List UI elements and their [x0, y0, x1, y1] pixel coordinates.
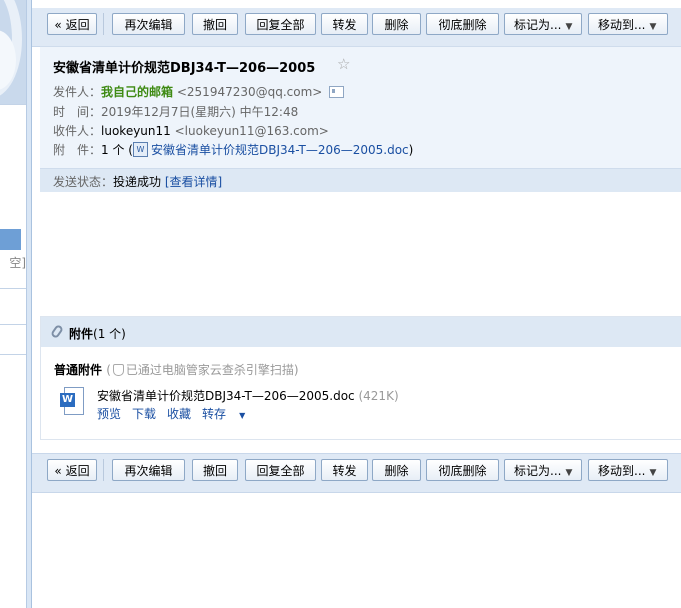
send-status-row: 发送状态：投递成功 [查看详情] [53, 173, 222, 190]
doc-file-icon: W [132, 142, 148, 157]
attachment-title-text: 附件 [69, 327, 94, 341]
attachment-title-count: (1 个) [93, 327, 126, 341]
recipient-address: <luokeyun11@163.com> [174, 124, 329, 138]
attachment-count: 1 个 [101, 143, 125, 157]
mail-header: 安徽省清单计价规范DBJ34-T—206—2005 ☆ 发件人：我自己的邮箱 <… [40, 46, 681, 192]
mark-as-label: 标记为... [514, 464, 562, 478]
forward-button[interactable]: 转发 [321, 13, 368, 35]
sender-row: 发件人：我自己的邮箱 <251947230@qq.com> [53, 83, 345, 100]
sidebar-divider [0, 104, 26, 105]
recall-button[interactable]: 撤回 [192, 459, 238, 481]
mark-as-dropdown[interactable]: 标记为... ▼ [504, 459, 582, 481]
attachment-header: 附件(1 个) [41, 317, 681, 347]
sidebar-selected-item[interactable] [0, 229, 21, 250]
recipient-row: 收件人：luokeyun11 <luokeyun11@163.com> [53, 122, 329, 139]
reedit-button[interactable]: 再次编辑 [112, 13, 185, 35]
mail-subject: 安徽省清单计价规范DBJ34-T—206—2005 [53, 61, 316, 76]
attachment-row: 附 件：1 个 (W 安徽省清单计价规范DBJ34-T—206—2005.doc) [53, 141, 413, 158]
favorite-link[interactable]: 收藏 [167, 407, 191, 421]
attachment-paren-close: ) [408, 143, 414, 157]
sidebar-divider [0, 354, 26, 355]
save-to-label: 转存 [202, 407, 227, 421]
toolbar-separator [103, 459, 104, 481]
move-to-label: 移动到... [598, 18, 646, 32]
sender-address: <251947230@qq.com> [176, 85, 323, 99]
dropdown-arrow-icon: ▼ [239, 411, 246, 420]
contact-card-icon[interactable] [329, 85, 345, 98]
delete-button[interactable]: 删除 [372, 459, 421, 481]
delete-permanent-button[interactable]: 彻底删除 [426, 13, 499, 35]
delete-button[interactable]: 删除 [372, 13, 421, 35]
dropdown-arrow-icon: ▼ [649, 22, 657, 32]
sidebar-divider [0, 288, 26, 289]
left-sidebar: 空] [0, 0, 27, 608]
time-label: 时 间： [53, 105, 102, 119]
sender-name[interactable]: 我自己的邮箱 [101, 85, 173, 99]
sidebar-divider [0, 324, 26, 325]
move-to-dropdown[interactable]: 移动到... ▼ [588, 459, 668, 481]
sidebar-empty-label[interactable]: 空] [0, 254, 26, 271]
attachment-file-size: (421K) [358, 389, 399, 403]
mark-as-dropdown[interactable]: 标记为... ▼ [504, 13, 582, 35]
recipient-name[interactable]: luokeyun11 [101, 124, 171, 138]
status-details-link[interactable]: [查看详情] [165, 175, 222, 189]
mark-as-label: 标记为... [514, 18, 562, 32]
shield-icon [112, 363, 124, 376]
attachment-file-link[interactable]: 安徽省清单计价规范DBJ34-T—206—2005.doc [151, 143, 409, 157]
time-row: 时 间：2019年12月7日(星期六) 中午12:48 [53, 103, 298, 120]
attachment-label: 附 件： [53, 143, 102, 157]
send-status-value: 投递成功 [113, 175, 162, 189]
attachment-file-row: 安徽省清单计价规范DBJ34-T—206—2005.doc (421K) [97, 387, 399, 404]
scan-text: 已通过电脑管家云查杀引擎扫描 [125, 363, 294, 377]
toolbar-separator [103, 13, 104, 35]
recall-button[interactable]: 撤回 [192, 13, 238, 35]
reply-all-button[interactable]: 回复全部 [245, 459, 316, 481]
download-link[interactable]: 下载 [132, 407, 156, 421]
scan-note: (已通过电脑管家云查杀引擎扫描) [106, 363, 299, 377]
dropdown-arrow-icon: ▼ [565, 22, 573, 32]
attachment-type-text: 普通附件 [54, 363, 103, 377]
dropdown-arrow-icon: ▼ [649, 468, 657, 478]
word-doc-icon[interactable]: W [60, 387, 84, 417]
attachment-file-name[interactable]: 安徽省清单计价规范DBJ34-T—206—2005.doc [97, 389, 355, 403]
move-to-dropdown[interactable]: 移动到... ▼ [588, 13, 668, 35]
attachment-title: 附件(1 个) [69, 325, 126, 342]
save-to-link[interactable]: 转存 ▼ [202, 407, 256, 421]
attachment-actions: 预览 下载 收藏 转存 ▼ [97, 405, 267, 422]
delete-permanent-button[interactable]: 彻底删除 [426, 459, 499, 481]
send-status-bar: 发送状态：投递成功 [查看详情] [40, 168, 681, 192]
forward-button[interactable]: 转发 [321, 459, 368, 481]
time-value: 2019年12月7日(星期六) 中午12:48 [101, 105, 299, 119]
sidebar-banner [0, 0, 26, 104]
attachment-type-label: 普通附件 (已通过电脑管家云查杀引擎扫描) [54, 361, 299, 378]
recipient-label: 收件人： [53, 124, 102, 138]
bottom-toolbar: « 返回 再次编辑 撤回 回复全部 转发 删除 彻底删除 标记为... ▼ 移动到… [32, 453, 681, 493]
dropdown-arrow-icon: ▼ [565, 468, 573, 478]
preview-link[interactable]: 预览 [97, 407, 121, 421]
back-button[interactable]: « 返回 [47, 13, 97, 35]
star-icon[interactable]: ☆ [337, 55, 350, 73]
top-toolbar: « 返回 再次编辑 撤回 回复全部 转发 删除 彻底删除 标记为... ▼ 移动到… [32, 8, 681, 47]
reedit-button[interactable]: 再次编辑 [112, 459, 185, 481]
paperclip-icon [49, 323, 65, 340]
mail-read-pane: « 返回 再次编辑 撤回 回复全部 转发 删除 彻底删除 标记为... ▼ 移动到… [31, 0, 681, 608]
move-to-label: 移动到... [598, 464, 646, 478]
send-status-label: 发送状态： [53, 175, 114, 189]
back-button[interactable]: « 返回 [47, 459, 97, 481]
sender-label: 发件人： [53, 85, 102, 99]
reply-all-button[interactable]: 回复全部 [245, 13, 316, 35]
attachment-section: 附件(1 个) 普通附件 (已通过电脑管家云查杀引擎扫描) W 安徽省清单计价规… [40, 316, 681, 440]
